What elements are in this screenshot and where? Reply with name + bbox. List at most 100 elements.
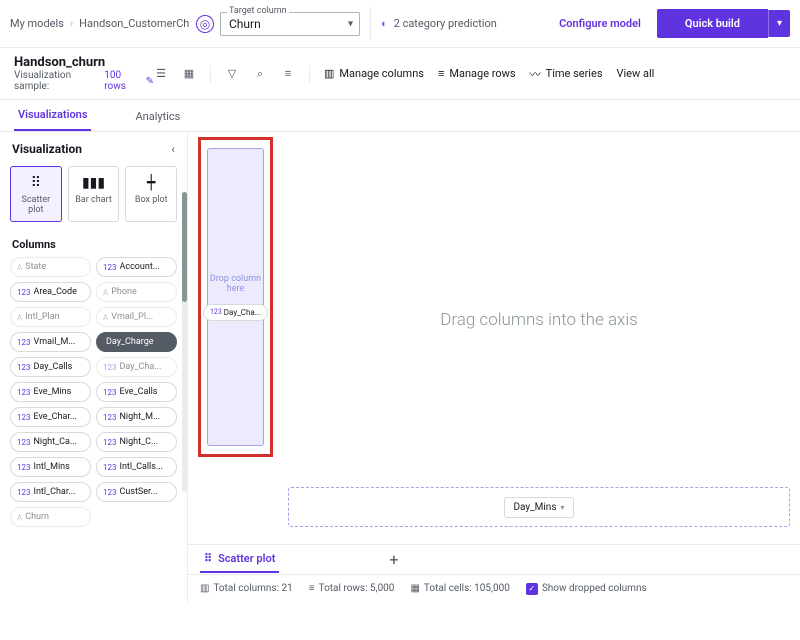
dropzone-hint: Drop column here bbox=[208, 274, 263, 294]
column-pill[interactable]: 123Area_Code bbox=[10, 282, 91, 302]
dataset-name: Handson_churn bbox=[14, 55, 154, 70]
column-pill[interactable]: 123Intl_Calls... bbox=[96, 457, 177, 477]
tab-analytics[interactable]: Analytics bbox=[131, 102, 184, 131]
numeric-type-icon: 123 bbox=[17, 488, 31, 497]
grid-view-icon[interactable]: ▦ bbox=[182, 67, 196, 81]
quick-build-dropdown[interactable]: ▾ bbox=[768, 10, 790, 37]
target-column-select[interactable]: Target column Churn ▾ bbox=[220, 12, 360, 36]
breadcrumb-root[interactable]: My models bbox=[10, 17, 64, 30]
y-axis-dropzone[interactable]: Drop column here 123Day_Cha... bbox=[207, 148, 264, 446]
column-name: Day_Cha... bbox=[120, 362, 162, 372]
column-name: Night_C... bbox=[120, 437, 159, 447]
viz-type-scatter[interactable]: ⠿Scatter plot bbox=[10, 166, 62, 222]
divider bbox=[210, 65, 211, 83]
column-name: Day_Calls bbox=[34, 362, 73, 372]
column-pill[interactable]: Day_Charge bbox=[96, 332, 177, 352]
column-pill[interactable]: 123Eve_Mins bbox=[10, 382, 91, 402]
numeric-type-icon: 123 bbox=[103, 388, 117, 397]
columns-icon: ▥ bbox=[200, 583, 209, 594]
numeric-type-icon: 123 bbox=[103, 488, 117, 497]
numeric-type-icon: 123 bbox=[17, 388, 31, 397]
column-pill[interactable]: APhone bbox=[96, 282, 177, 302]
viz-type-box[interactable]: ┿Box plot bbox=[125, 166, 177, 222]
column-name: Eve_Calls bbox=[120, 387, 158, 397]
grid-icon: ▦ bbox=[410, 583, 419, 594]
column-pill[interactable]: 123Day_Calls bbox=[10, 357, 91, 377]
rows-icon: ≡ bbox=[309, 583, 315, 594]
sidebar-scrollbar[interactable] bbox=[182, 192, 187, 492]
column-pill[interactable]: 123Eve_Calls bbox=[96, 382, 177, 402]
column-pill[interactable]: 123Night_Ca... bbox=[10, 432, 91, 452]
visualization-header: Visualization bbox=[12, 142, 82, 156]
x-axis-chip[interactable]: Day_Mins▾ bbox=[504, 497, 573, 518]
collapse-panel-icon[interactable]: ‹ bbox=[171, 142, 175, 156]
checkbox-checked-icon: ✓ bbox=[526, 583, 538, 595]
search-icon[interactable]: ⌕ bbox=[253, 67, 267, 81]
manage-rows-button[interactable]: ≡Manage rows bbox=[438, 67, 516, 80]
bottom-tab-scatter[interactable]: ⠿Scatter plot bbox=[200, 546, 279, 573]
quick-build-button[interactable]: Quick build bbox=[657, 9, 768, 38]
list-view-icon[interactable]: ☰ bbox=[154, 67, 168, 81]
column-name: Intl_Plan bbox=[25, 312, 59, 322]
column-pill[interactable]: AChurn bbox=[10, 507, 91, 527]
chevron-right-icon: › bbox=[70, 17, 73, 30]
view-all-button[interactable]: View all bbox=[617, 67, 655, 80]
numeric-type-icon: 123 bbox=[103, 413, 117, 422]
column-pill[interactable]: 123Eve_Char... bbox=[10, 407, 91, 427]
prediction-label: 2 category prediction bbox=[394, 17, 497, 30]
column-pill[interactable]: 123Day_Cha... bbox=[96, 357, 177, 377]
show-dropped-checkbox[interactable]: ✓Show dropped columns bbox=[526, 583, 647, 595]
manage-columns-button[interactable]: ▥ Manage columns bbox=[324, 67, 424, 80]
viz-type-bar[interactable]: ▮▮▮Bar chart bbox=[68, 166, 120, 222]
text-type-icon: A bbox=[17, 313, 22, 322]
target-column-value: Churn bbox=[229, 17, 261, 31]
numeric-type-icon: 123 bbox=[103, 463, 117, 472]
column-name: Account... bbox=[120, 262, 160, 272]
text-type-icon: A bbox=[17, 263, 22, 272]
sample-value[interactable]: 100 rows bbox=[104, 70, 141, 92]
prediction-type: ◐ 2 category prediction bbox=[381, 17, 497, 30]
box-icon: ┿ bbox=[128, 173, 174, 193]
status-total-columns: ▥Total columns: 21 bbox=[200, 583, 293, 594]
column-pill[interactable]: AVmail_Pl... bbox=[96, 307, 177, 327]
column-pill[interactable]: 123Vmail_M... bbox=[10, 332, 91, 352]
filter-icon[interactable]: ▽ bbox=[225, 67, 239, 81]
time-series-label: Time series bbox=[546, 67, 603, 80]
y-axis-dropzone-highlight: Drop column here 123Day_Cha... bbox=[198, 137, 273, 457]
column-name: State bbox=[25, 262, 46, 272]
column-name: CustSer... bbox=[120, 487, 158, 497]
column-pill[interactable]: AIntl_Plan bbox=[10, 307, 91, 327]
column-pill[interactable]: 123Intl_Mins bbox=[10, 457, 91, 477]
viz-label: Bar chart bbox=[71, 195, 117, 205]
edit-icon[interactable]: ✎ bbox=[146, 76, 154, 87]
time-series-button[interactable]: 〰Time series bbox=[530, 66, 603, 82]
column-pill[interactable]: 123Intl_Char... bbox=[10, 482, 91, 502]
column-name: Night_M... bbox=[120, 412, 161, 422]
plot-placeholder-message: Drag columns into the axis bbox=[440, 310, 638, 330]
scatter-icon: ⠿ bbox=[204, 552, 212, 565]
column-name: Vmail_Pl... bbox=[111, 312, 153, 322]
status-total-cells: ▦Total cells: 105,000 bbox=[410, 583, 509, 594]
sort-icon[interactable]: ≡ bbox=[281, 67, 295, 81]
column-pill[interactable]: AState bbox=[10, 257, 91, 277]
configure-model-link[interactable]: Configure model bbox=[559, 17, 641, 30]
breadcrumb-model[interactable]: Handson_CustomerChurn_Model bbox=[79, 17, 190, 30]
manage-columns-label: Manage columns bbox=[339, 67, 424, 80]
columns-icon: ▥ bbox=[324, 67, 334, 80]
scrollbar-thumb[interactable] bbox=[182, 192, 187, 302]
column-name: Phone bbox=[111, 287, 137, 297]
column-pill[interactable]: 123CustSer... bbox=[96, 482, 177, 502]
divider bbox=[309, 65, 310, 83]
status-total-rows: ≡Total rows: 5,000 bbox=[309, 583, 395, 594]
column-pill[interactable]: 123Account... bbox=[96, 257, 177, 277]
target-icon: ◎ bbox=[196, 15, 214, 33]
column-name: Eve_Char... bbox=[34, 412, 77, 422]
column-name: Night_Ca... bbox=[34, 437, 78, 447]
x-axis-dropzone[interactable]: Day_Mins▾ bbox=[288, 487, 790, 527]
numeric-type-icon: 123 bbox=[210, 308, 222, 316]
add-tab-button[interactable]: + bbox=[389, 550, 398, 569]
column-pill[interactable]: 123Night_C... bbox=[96, 432, 177, 452]
tab-visualizations[interactable]: Visualizations bbox=[14, 100, 91, 131]
y-axis-chip[interactable]: 123Day_Cha... bbox=[203, 304, 268, 321]
column-pill[interactable]: 123Night_M... bbox=[96, 407, 177, 427]
